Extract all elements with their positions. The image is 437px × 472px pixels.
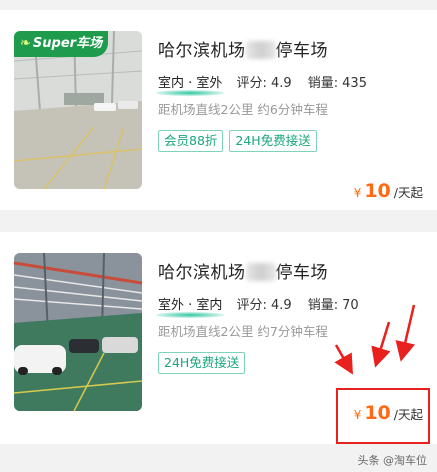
listing-title[interactable]: 哈尔滨机场 停车场 <box>158 258 328 283</box>
title-prefix: 哈尔滨机场 <box>158 41 246 61</box>
rating-value: 4.9 <box>270 298 292 313</box>
currency-symbol: ¥ <box>353 408 362 422</box>
rating-label: 评分: <box>236 298 267 313</box>
price-unit: /天起 <box>393 185 423 200</box>
redacted-text <box>245 263 276 281</box>
price: ¥10/天起 <box>354 402 423 424</box>
sales-value: 435 <box>342 76 367 91</box>
price-unit: /天起 <box>393 407 423 422</box>
parking-type: 室内 · 室外 <box>158 76 223 91</box>
listing-card-2[interactable]: 哈尔滨机场 停车场 室外 · 室内 评分: 4.9 销量: 70 距机场直线2公里 约… <box>0 232 437 444</box>
sales-value: 70 <box>342 298 359 313</box>
listing-meta: 室内 · 室外 评分: 4.9 销量: 435 <box>158 72 379 91</box>
price-value: 10 <box>364 180 391 202</box>
listing-card-1[interactable]: ❧ Super车场 哈尔滨机场 停车场 室内 · 室外 评分: 4.9 销量: 435 … <box>0 10 437 210</box>
rating-label: 评分: <box>236 76 267 91</box>
tag-chip: 24H免费接送 <box>229 130 317 152</box>
parking-lot-photo[interactable] <box>14 253 142 411</box>
tag-chip: 24H免费接送 <box>158 352 246 374</box>
currency-symbol: ¥ <box>353 186 362 200</box>
sales-label: 销量: <box>307 298 339 313</box>
redacted-text <box>245 41 276 59</box>
leaf-icon: ❧ <box>20 36 31 51</box>
title-suffix: 停车场 <box>275 41 328 61</box>
tag-list: 24H免费接送 <box>158 352 246 374</box>
listing-meta: 室外 · 室内 评分: 4.9 销量: 70 <box>158 294 371 313</box>
rating-value: 4.9 <box>270 76 292 91</box>
price: ¥10/天起 <box>354 180 423 202</box>
title-prefix: 哈尔滨机场 <box>158 263 246 283</box>
title-suffix: 停车场 <box>275 263 328 283</box>
watermark: 头条 @淘车位 <box>357 454 428 467</box>
parking-lot-photo[interactable]: ❧ Super车场 <box>14 31 142 189</box>
sales-label: 销量: <box>307 76 339 91</box>
distance-info: 距机场直线2公里 约7分钟车程 <box>158 324 328 339</box>
tag-chip: 会员88折 <box>158 130 224 152</box>
super-badge: ❧ Super车场 <box>14 31 108 57</box>
price-value: 10 <box>364 402 391 424</box>
badge-word: 车场 <box>76 36 103 51</box>
footer: 头条 @淘车位 <box>0 444 437 472</box>
badge-brand: Super <box>32 36 77 51</box>
parking-lot-image-2 <box>14 253 142 411</box>
distance-info: 距机场直线2公里 约6分钟车程 <box>158 102 328 117</box>
tag-list: 会员88折 24H免费接送 <box>158 130 317 152</box>
listing-title[interactable]: 哈尔滨机场 停车场 <box>158 36 328 61</box>
parking-type: 室外 · 室内 <box>158 298 223 313</box>
